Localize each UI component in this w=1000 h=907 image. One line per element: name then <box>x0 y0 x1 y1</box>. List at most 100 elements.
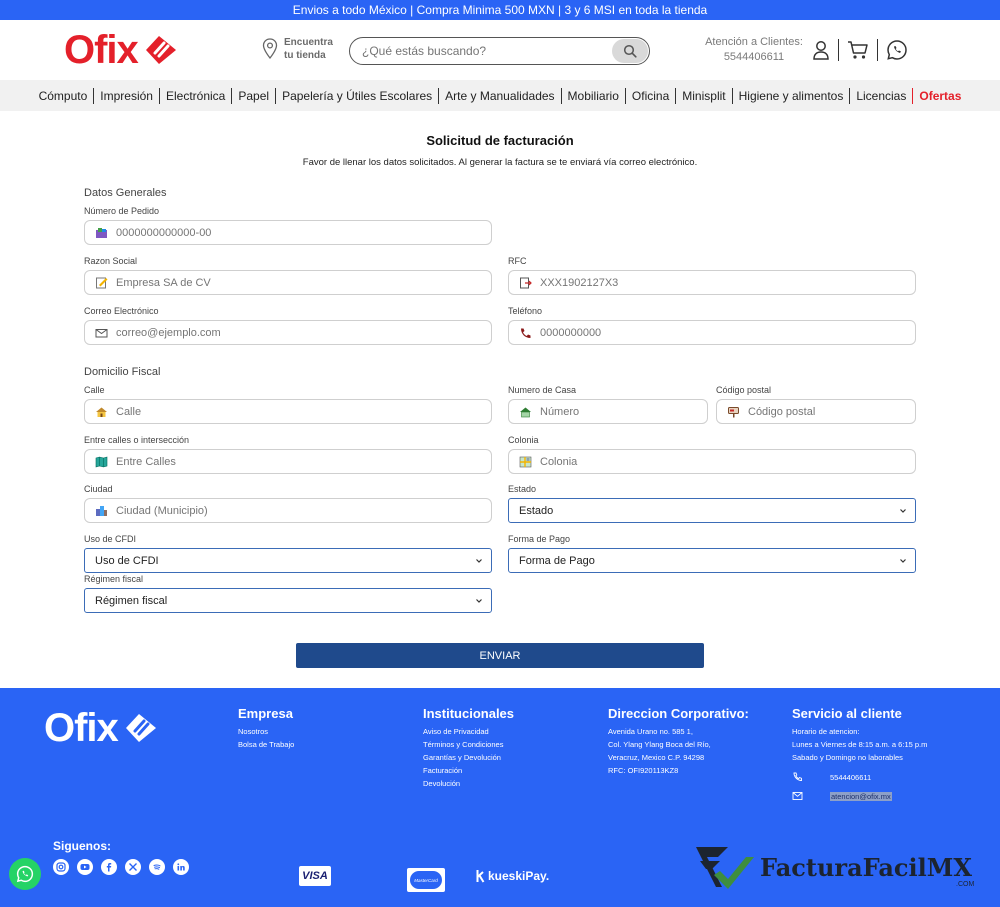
document-icon <box>520 277 532 288</box>
footer-link[interactable]: Términos y Condiciones <box>423 738 514 751</box>
home-icon <box>520 407 531 417</box>
search-icon <box>623 44 637 58</box>
nav-item[interactable]: Arte y Manualidades <box>438 87 560 104</box>
nav-item[interactable]: Papelería y Útiles Escolares <box>275 87 438 104</box>
order-input[interactable] <box>116 226 491 239</box>
footer-link[interactable]: Nosotros <box>238 725 294 738</box>
facebook-icon[interactable] <box>101 859 117 875</box>
map-pin-icon <box>262 38 278 60</box>
razon-input[interactable] <box>116 276 491 289</box>
footer-phone-text: 5544406611 <box>830 772 872 782</box>
nav-item[interactable]: Minisplit <box>675 87 731 104</box>
between-streets-field <box>84 449 492 474</box>
nav-item[interactable]: Oficina <box>624 87 675 104</box>
house-number-field <box>508 399 708 424</box>
chevron-down-icon <box>900 509 906 513</box>
header-icons <box>812 37 908 63</box>
logo-mark-icon <box>125 714 156 742</box>
submit-button[interactable]: ENVIAR <box>296 643 704 668</box>
page-title: Solicitud de facturación <box>426 133 574 148</box>
between-streets-input[interactable] <box>116 455 491 468</box>
nav-item[interactable]: Cómputo <box>33 88 94 104</box>
ofix-logo[interactable]: Ofix <box>64 30 180 70</box>
nav-item-ofertas[interactable]: Ofertas <box>912 87 967 104</box>
header-divider <box>838 39 839 61</box>
house-number-input[interactable] <box>540 405 707 418</box>
spotify-icon[interactable] <box>149 859 165 875</box>
state-value: Estado <box>519 504 554 517</box>
footer-text: Horario de atencion: <box>792 727 860 736</box>
nav-item[interactable]: Papel <box>231 87 275 104</box>
instagram-icon[interactable] <box>53 859 69 875</box>
footer-link[interactable]: Bolsa de Trabajo <box>238 738 294 751</box>
visa-text: VISA <box>302 870 328 882</box>
postbox-icon <box>728 406 739 417</box>
buildings-icon <box>96 505 107 516</box>
attention-phone[interactable]: 5544406611 <box>704 50 804 65</box>
map-icon <box>95 456 108 467</box>
youtube-icon[interactable] <box>77 859 93 875</box>
city-input[interactable] <box>116 504 491 517</box>
rfc-input[interactable] <box>540 276 915 289</box>
phone-icon <box>793 772 802 781</box>
street-field <box>84 399 492 424</box>
footer-heading: Institucionales <box>423 706 515 721</box>
cfdi-select[interactable]: Uso de CFDI <box>84 548 492 573</box>
street-input[interactable] <box>116 405 491 418</box>
state-select[interactable]: Estado <box>508 498 916 523</box>
colonia-input[interactable] <box>540 455 915 468</box>
regimen-value: Régimen fiscal <box>95 594 168 607</box>
email-input[interactable] <box>116 326 491 339</box>
phone-input[interactable] <box>540 326 915 339</box>
between-streets-label: Entre calles o intersección <box>84 435 190 445</box>
nav-item[interactable]: Licencias <box>849 87 912 104</box>
footer-phone[interactable]: 5544406611 <box>792 772 871 782</box>
promo-bar: Envios a todo México | Compra Minima 500… <box>0 0 1000 20</box>
footer-text: Lunes a Viernes de 8:15 a.m. a 6:15 p.m <box>792 740 928 749</box>
promo-text: Envios a todo México | Compra Minima 500… <box>292 3 708 17</box>
footer-col-empresa: Empresa Nosotros Bolsa de Trabajo <box>238 706 294 751</box>
nav-item[interactable]: Higiene y alimentos <box>731 87 850 104</box>
nav-item[interactable]: Mobiliario <box>560 87 625 104</box>
x-twitter-icon[interactable] <box>125 859 141 875</box>
category-nav: Cómputo Impresión Electrónica Papel Papelerí… <box>0 80 1000 111</box>
mastercard-logo: MasterCard <box>407 868 445 892</box>
footer-link[interactable]: Garantías y Devolución <box>423 751 514 764</box>
footer-link[interactable]: Aviso de Privacidad <box>423 725 514 738</box>
social-links <box>53 859 189 875</box>
footer-text: Veracruz, Mexico C.P. 94298 <box>608 753 705 762</box>
house-number-label: Numero de Casa <box>508 385 577 395</box>
section-fiscal-heading: Domicilio Fiscal <box>84 366 161 378</box>
footer-email-text: atencion@ofix.mx <box>830 791 892 801</box>
zip-label: Código postal <box>716 385 772 395</box>
whatsapp-icon[interactable] <box>886 39 908 61</box>
street-label: Calle <box>84 385 105 395</box>
linkedin-icon[interactable] <box>173 859 189 875</box>
regimen-select[interactable]: Régimen fiscal <box>84 588 492 613</box>
user-icon[interactable] <box>812 40 830 60</box>
footer-link[interactable]: Facturación <box>423 764 514 777</box>
city-field <box>84 498 492 523</box>
nav-item[interactable]: Impresión <box>93 87 159 104</box>
email-label: Correo Electrónico <box>84 306 159 316</box>
cfdi-label: Uso de CFDI <box>84 534 137 544</box>
regimen-label: Régimen fiscal <box>84 574 144 584</box>
customer-service-info: Atención a Clientes: 5544406611 <box>704 35 804 65</box>
footer-logo[interactable]: Ofix <box>44 708 160 748</box>
cart-icon[interactable] <box>847 40 869 60</box>
facturafacil-logo-icon <box>696 847 754 889</box>
search-input[interactable] <box>362 42 602 60</box>
colonia-field <box>508 449 916 474</box>
store-locator[interactable]: Encuentra tu tienda <box>262 36 336 62</box>
search-button[interactable] <box>612 39 648 63</box>
footer-link[interactable]: Devolución <box>423 777 514 790</box>
footer-col-institucionales: Institucionales Aviso de Privacidad Térm… <box>423 706 514 790</box>
zip-input[interactable] <box>748 405 915 418</box>
payment-select[interactable]: Forma de Pago <box>508 548 916 573</box>
memo-icon <box>96 277 108 288</box>
nav-item[interactable]: Electrónica <box>158 87 231 104</box>
kueski-text: kueskiPay. <box>488 869 550 883</box>
whatsapp-float-button[interactable] <box>9 858 41 890</box>
footer-email[interactable]: atencion@ofix.mx <box>792 791 892 801</box>
email-field <box>84 320 492 345</box>
